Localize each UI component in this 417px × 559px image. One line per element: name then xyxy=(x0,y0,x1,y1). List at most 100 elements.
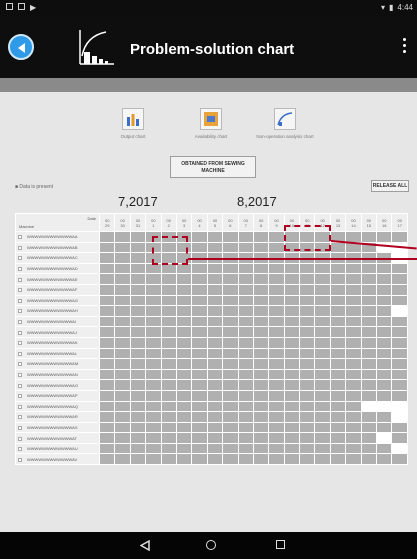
grid-cell[interactable] xyxy=(283,315,301,328)
grid-cell[interactable] xyxy=(376,294,393,307)
grid-cell[interactable] xyxy=(98,231,116,243)
grid-cell[interactable] xyxy=(345,326,362,338)
grid-cell[interactable] xyxy=(191,358,208,370)
grid-cell[interactable] xyxy=(206,231,224,243)
grid-cell[interactable] xyxy=(222,305,239,317)
grid-cell[interactable] xyxy=(114,231,131,243)
grid-cell[interactable] xyxy=(252,294,270,307)
grid-cell[interactable] xyxy=(252,273,270,285)
grid-cell[interactable] xyxy=(145,326,162,338)
grid-cell[interactable] xyxy=(329,273,347,285)
grid-cell[interactable] xyxy=(299,347,316,360)
grid-cell[interactable] xyxy=(329,368,347,381)
grid-cell[interactable] xyxy=(222,273,239,285)
grid-cell[interactable] xyxy=(160,252,177,264)
grid-cell[interactable] xyxy=(175,273,193,285)
grid-cell[interactable] xyxy=(160,315,177,328)
grid-cell[interactable] xyxy=(360,347,378,360)
nav-home-icon[interactable] xyxy=(206,540,216,550)
grid-cell[interactable] xyxy=(114,336,131,349)
date-column-header[interactable]: 00 29 xyxy=(98,213,116,232)
grid-cell[interactable] xyxy=(160,305,177,317)
grid-cell[interactable] xyxy=(222,400,239,413)
grid-cell[interactable] xyxy=(314,231,331,243)
grid-cell[interactable] xyxy=(360,421,378,434)
date-column-header[interactable]: 00 2 xyxy=(160,213,177,232)
grid-cell[interactable] xyxy=(160,336,177,349)
grid-cell[interactable] xyxy=(191,400,208,413)
grid-cell[interactable] xyxy=(376,283,393,296)
grid-cell[interactable] xyxy=(191,432,208,444)
grid-cell[interactable] xyxy=(314,305,331,317)
grid-cell[interactable] xyxy=(191,273,208,285)
grid-cell[interactable] xyxy=(376,273,393,285)
grid-cell[interactable] xyxy=(360,326,378,338)
grid-cell[interactable] xyxy=(175,241,193,254)
row-checkbox[interactable] xyxy=(18,277,22,282)
grid-cell[interactable] xyxy=(191,231,208,243)
non-operation-chart-button[interactable]: Non-operation analysis chart xyxy=(245,108,325,140)
date-column-header[interactable]: 00 5 xyxy=(206,213,224,232)
grid-cell[interactable] xyxy=(237,273,254,285)
grid-cell[interactable] xyxy=(98,400,116,413)
grid-cell[interactable] xyxy=(160,442,177,455)
grid-cell[interactable] xyxy=(175,283,193,296)
grid-cell[interactable] xyxy=(329,283,347,296)
grid-cell[interactable] xyxy=(160,241,177,254)
machine-row-label[interactable]: WWWWWWWWWWWWAF xyxy=(15,283,100,296)
grid-cell[interactable] xyxy=(160,294,177,307)
row-checkbox[interactable] xyxy=(18,235,22,240)
grid-cell[interactable] xyxy=(98,453,116,466)
machine-row-label[interactable]: WWWWWWWWWWWWAI xyxy=(15,315,100,328)
row-checkbox[interactable] xyxy=(18,330,22,335)
grid-cell[interactable] xyxy=(175,305,193,317)
grid-cell[interactable] xyxy=(314,315,331,328)
grid-cell[interactable] xyxy=(145,252,162,264)
grid-cell[interactable] xyxy=(252,336,270,349)
date-column-header[interactable]: 00 8 xyxy=(252,213,270,232)
grid-cell[interactable] xyxy=(145,294,162,307)
grid-cell[interactable] xyxy=(98,379,116,391)
grid-cell[interactable] xyxy=(114,262,131,275)
grid-cell[interactable] xyxy=(299,368,316,381)
grid-cell[interactable] xyxy=(145,283,162,296)
grid-cell[interactable] xyxy=(391,347,408,360)
grid-cell[interactable] xyxy=(114,305,131,317)
overflow-menu-icon[interactable] xyxy=(403,38,407,54)
grid-cell[interactable] xyxy=(391,326,408,338)
grid-cell[interactable] xyxy=(268,389,285,402)
grid-cell[interactable] xyxy=(376,358,393,370)
grid-cell[interactable] xyxy=(206,379,224,391)
grid-cell[interactable] xyxy=(391,368,408,381)
grid-cell[interactable] xyxy=(299,231,316,243)
grid-cell[interactable] xyxy=(268,358,285,370)
grid-cell[interactable] xyxy=(329,442,347,455)
grid-cell[interactable] xyxy=(237,347,254,360)
grid-cell[interactable] xyxy=(391,379,408,391)
grid-cell[interactable] xyxy=(191,379,208,391)
grid-cell[interactable] xyxy=(329,421,347,434)
grid-cell[interactable] xyxy=(252,453,270,466)
grid-cell[interactable] xyxy=(391,400,408,413)
grid-cell[interactable] xyxy=(345,453,362,466)
grid-cell[interactable] xyxy=(160,283,177,296)
machine-row-label[interactable]: WWWWWWWWWWWWAR xyxy=(15,411,100,423)
grid-cell[interactable] xyxy=(237,241,254,254)
grid-cell[interactable] xyxy=(129,252,147,264)
grid-cell[interactable] xyxy=(345,262,362,275)
grid-cell[interactable] xyxy=(145,336,162,349)
grid-cell[interactable] xyxy=(268,336,285,349)
machine-row-label[interactable]: WWWWWWWWWWWWAB xyxy=(15,241,100,254)
machine-row-label[interactable]: WWWWWWWWWWWWAS xyxy=(15,421,100,434)
grid-cell[interactable] xyxy=(376,421,393,434)
grid-cell[interactable] xyxy=(376,411,393,423)
grid-cell[interactable] xyxy=(299,411,316,423)
date-column-header[interactable]: 00 7 xyxy=(237,213,254,232)
grid-cell[interactable] xyxy=(222,358,239,370)
machine-row-label[interactable]: WWWWWWWWWWWWAL xyxy=(15,347,100,360)
row-checkbox[interactable] xyxy=(18,288,22,293)
grid-cell[interactable] xyxy=(206,315,224,328)
grid-cell[interactable] xyxy=(268,241,285,254)
grid-cell[interactable] xyxy=(283,389,301,402)
grid-cell[interactable] xyxy=(283,432,301,444)
